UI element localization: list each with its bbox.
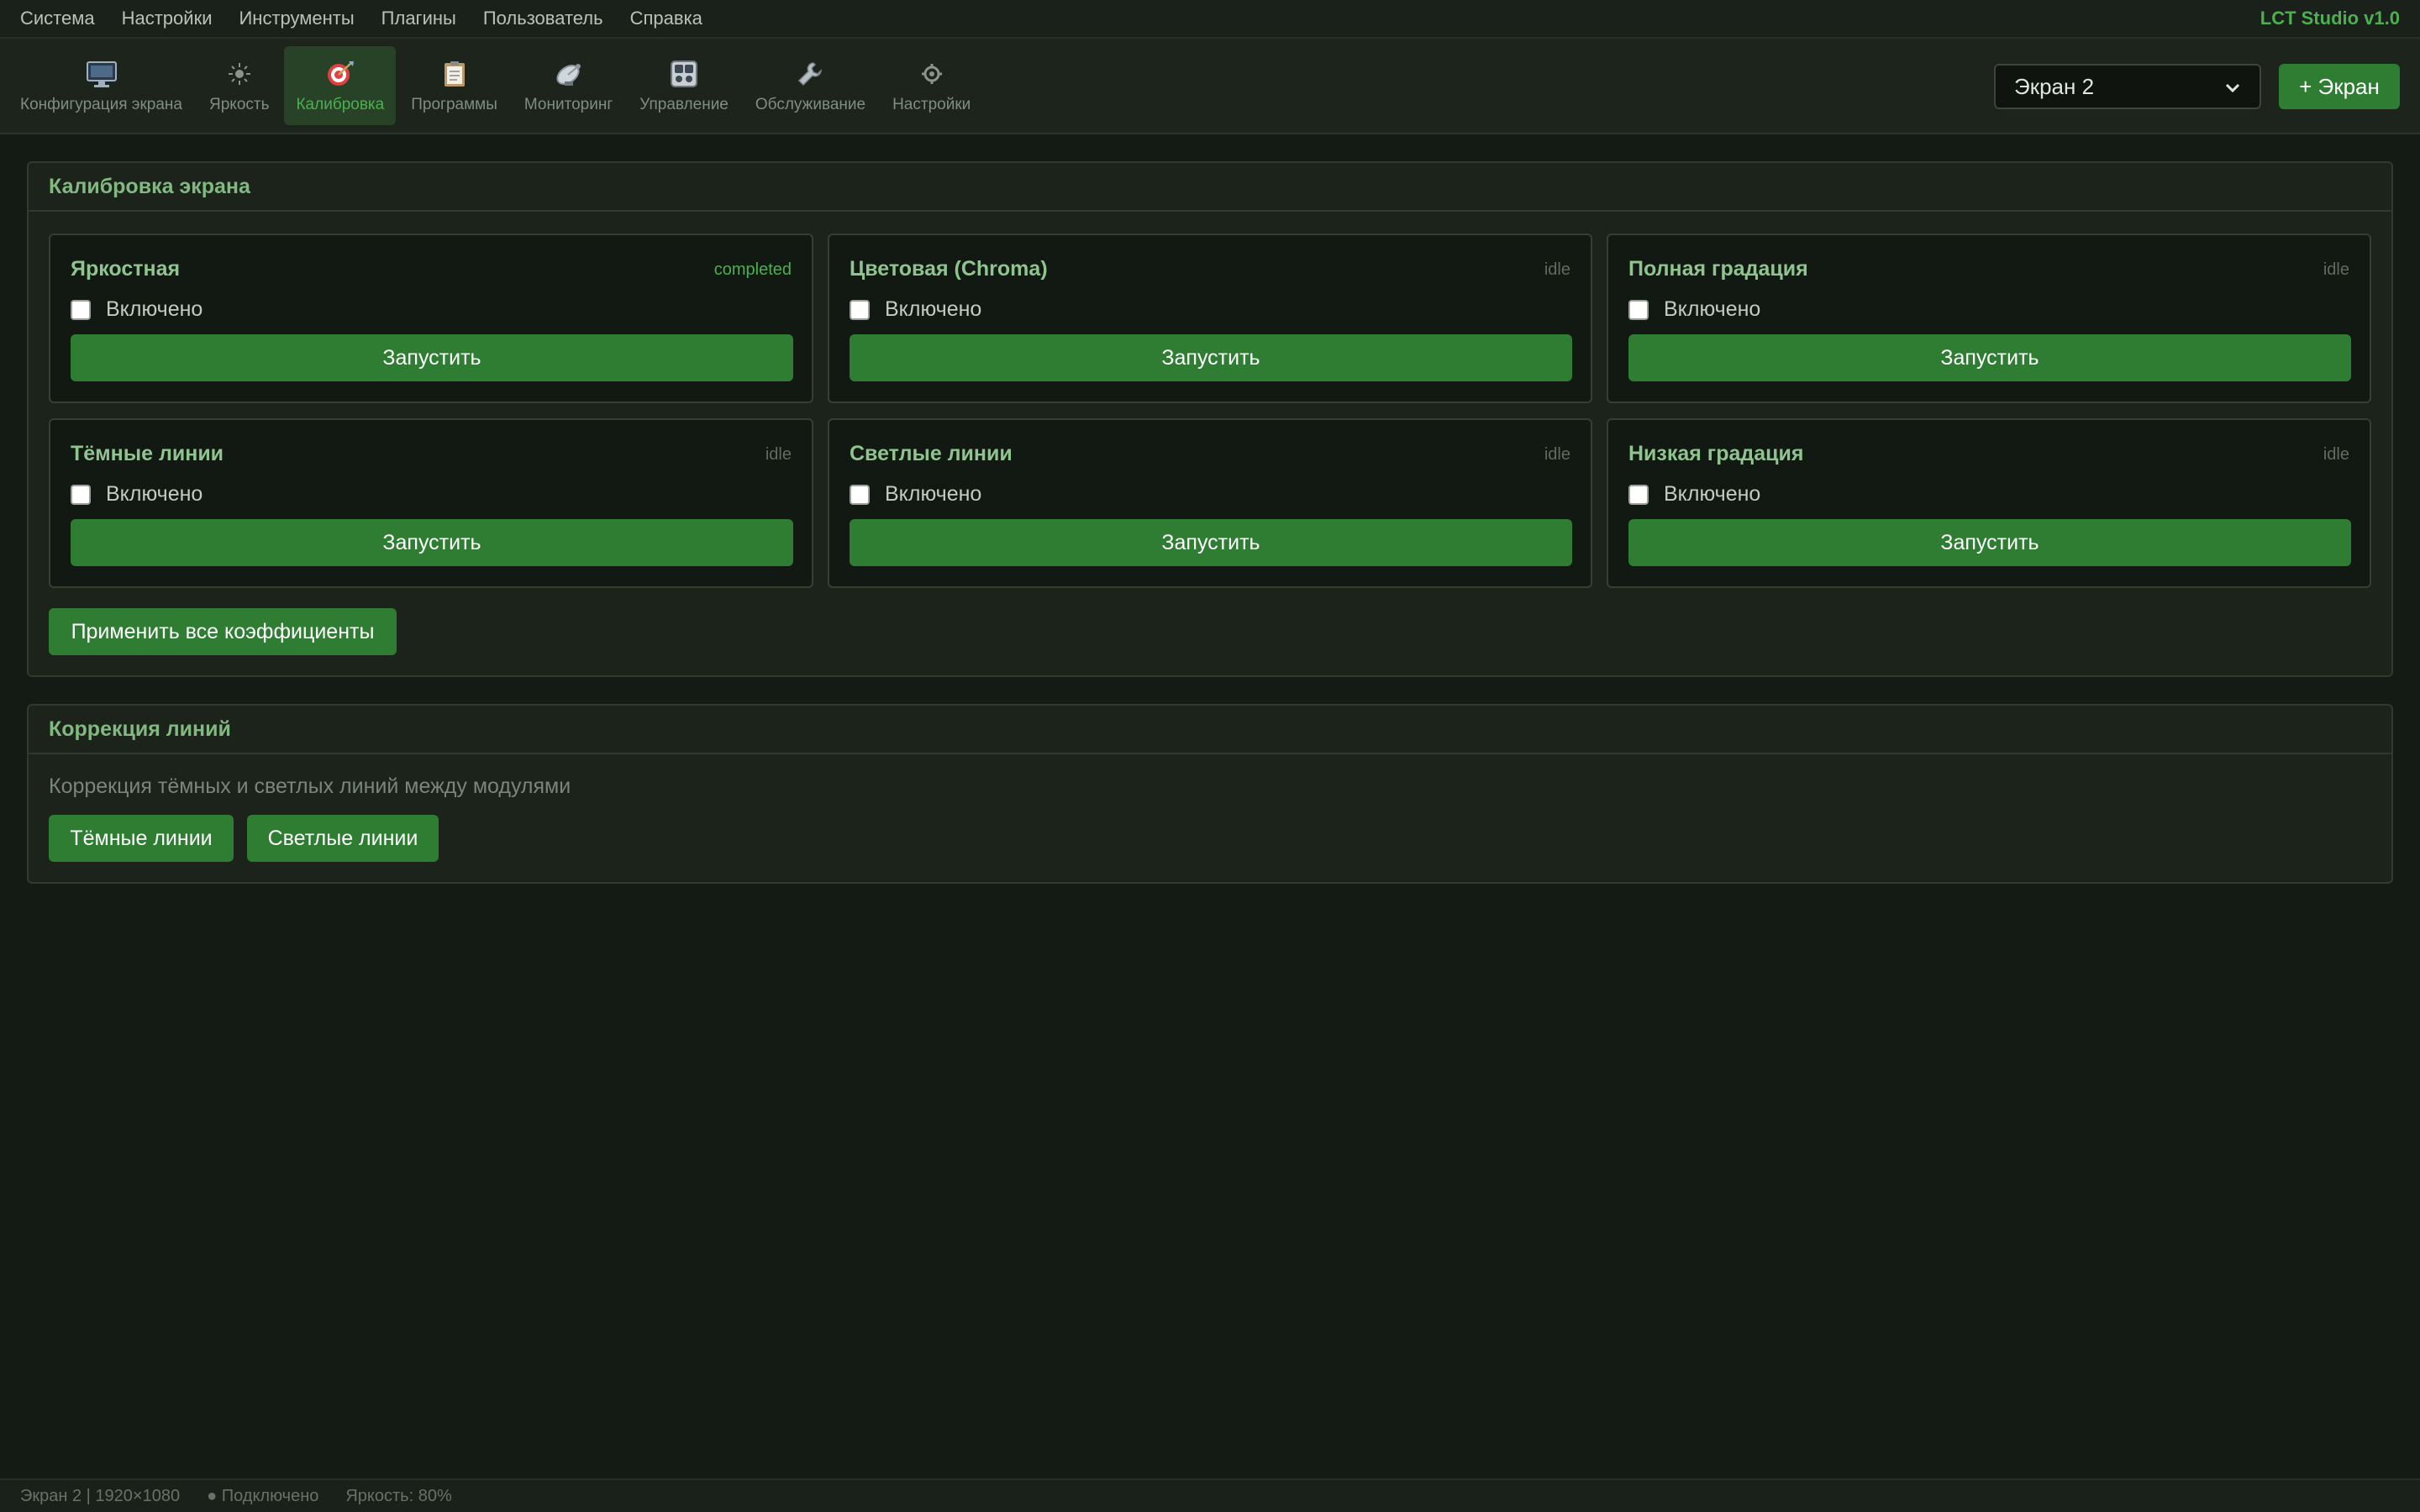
enabled-checkbox-row[interactable]: Включено [850, 297, 981, 322]
status-badge: idle [2323, 445, 2349, 464]
tab-label: Программы [411, 96, 497, 113]
clipboard-icon [438, 57, 471, 91]
run-button[interactable]: Запустить [71, 334, 793, 381]
calibration-card-light-lines: Светлые линии idle Включено Запустить [828, 418, 1592, 588]
tab-label: Конфигурация экрана [20, 96, 182, 113]
enabled-checkbox-label: Включено [1664, 482, 1761, 506]
monitor-icon [85, 57, 118, 91]
tab-calibration[interactable]: Калибровка [284, 46, 397, 125]
sun-icon [223, 57, 256, 91]
status-badge: completed [713, 260, 792, 279]
line-correction-panel: Коррекция линий Коррекция тёмных и светл… [27, 704, 2393, 884]
calibration-card-low-gradation: Низкая градация idle Включено Запустить [1607, 418, 2371, 588]
tab-label: Управление [639, 96, 729, 113]
tab-brightness[interactable]: Яркость [197, 46, 281, 125]
run-button[interactable]: Запустить [850, 334, 1572, 381]
calibration-card-dark-lines: Тёмные линии idle Включено Запустить [49, 418, 813, 588]
card-title: Низкая градация [1628, 442, 1804, 465]
enabled-checkbox-row[interactable]: Включено [850, 482, 981, 507]
enabled-checkbox[interactable] [71, 484, 91, 505]
line-correction-panel-title: Коррекция линий [29, 706, 2391, 754]
tab-label: Яркость [209, 96, 270, 113]
enabled-checkbox[interactable] [1628, 299, 1649, 320]
tab-control[interactable]: Управление [628, 46, 740, 125]
app-title: LCT Studio v1.0 [2260, 8, 2400, 29]
run-button[interactable]: Запустить [71, 519, 793, 566]
tab-screen-config[interactable]: Конфигурация экрана [8, 46, 194, 125]
run-button[interactable]: Запустить [1628, 519, 2351, 566]
calibration-card-chroma: Цветовая (Chroma) idle Включено Запустит… [828, 234, 1592, 403]
run-button[interactable]: Запустить [850, 519, 1572, 566]
status-badge: idle [1544, 445, 1570, 464]
enabled-checkbox-label: Включено [106, 482, 203, 506]
run-button[interactable]: Запустить [1628, 334, 2351, 381]
status-badge: idle [765, 445, 792, 464]
add-screen-button[interactable]: + Экран [2279, 64, 2400, 109]
enabled-checkbox-row[interactable]: Включено [1628, 482, 1760, 507]
satellite-icon [552, 57, 586, 91]
tab-monitoring[interactable]: Мониторинг [513, 46, 624, 125]
menu-bar: Система Настройки Инструменты Плагины По… [0, 0, 2420, 39]
enabled-checkbox-row[interactable]: Включено [1628, 297, 1760, 322]
enabled-checkbox[interactable] [1628, 484, 1649, 505]
calibration-card-brightness: Яркостная completed Включено Запустить [49, 234, 813, 403]
calibration-panel-title: Калибровка экрана [29, 163, 2391, 212]
menu-settings[interactable]: Настройки [122, 8, 213, 29]
control-panel-icon [667, 57, 701, 91]
status-connection: ● Подключено [207, 1486, 319, 1505]
enabled-checkbox-label: Включено [106, 297, 203, 321]
card-title: Тёмные линии [71, 442, 224, 465]
status-badge: idle [2323, 260, 2349, 279]
enabled-checkbox-row[interactable]: Включено [71, 297, 203, 322]
card-title: Светлые линии [850, 442, 1013, 465]
enabled-checkbox-label: Включено [1664, 297, 1761, 321]
tab-label: Настройки [892, 96, 971, 113]
card-title: Полная градация [1628, 257, 1808, 281]
tab-programs[interactable]: Программы [399, 46, 509, 125]
enabled-checkbox[interactable] [850, 484, 870, 505]
menu-system[interactable]: Система [20, 8, 95, 29]
light-lines-button[interactable]: Светлые линии [247, 815, 439, 862]
apply-all-coefficients-button[interactable]: Применить все коэффициенты [49, 608, 397, 655]
wrench-icon [793, 57, 827, 91]
enabled-checkbox-row[interactable]: Включено [71, 482, 203, 507]
status-brightness: Яркость: 80% [345, 1486, 452, 1505]
calibration-grid: Яркостная completed Включено Запустить Ц… [49, 234, 2371, 588]
screen-select[interactable]: Экран 2 [1994, 64, 2261, 109]
menu-user[interactable]: Пользователь [483, 8, 603, 29]
tab-maintenance[interactable]: Обслуживание [744, 46, 877, 125]
line-correction-description: Коррекция тёмных и светлых линий между м… [49, 774, 571, 798]
menu-plugins[interactable]: Плагины [381, 8, 456, 29]
menu-tools[interactable]: Инструменты [239, 8, 354, 29]
status-bar: Экран 2 | 1920×1080 ● Подключено Яркость… [0, 1478, 2420, 1512]
chevron-down-icon [2224, 74, 2241, 100]
calibration-panel: Калибровка экрана Яркостная completed Вк… [27, 161, 2393, 677]
tab-label: Обслуживание [755, 96, 866, 113]
status-badge: idle [1544, 260, 1570, 279]
main-toolbar: Конфигурация экрана Яркость Калибровка П… [0, 39, 2420, 134]
enabled-checkbox[interactable] [71, 299, 91, 320]
dark-lines-button[interactable]: Тёмные линии [49, 815, 234, 862]
tab-label: Мониторинг [523, 96, 613, 113]
tab-settings[interactable]: Настройки [881, 46, 982, 125]
enabled-checkbox-label: Включено [885, 297, 982, 321]
card-title: Яркостная [71, 257, 181, 281]
menu-help[interactable]: Справка [630, 8, 702, 29]
status-screen-info: Экран 2 | 1920×1080 [20, 1486, 181, 1505]
gear-icon [915, 57, 949, 91]
enabled-checkbox-label: Включено [885, 482, 982, 506]
calibration-card-full-gradation: Полная градация idle Включено Запустить [1607, 234, 2371, 403]
card-title: Цветовая (Chroma) [850, 257, 1048, 281]
screen-select-value: Экран 2 [2014, 73, 2095, 99]
tab-label: Калибровка [296, 96, 385, 113]
enabled-checkbox[interactable] [850, 299, 870, 320]
target-icon [324, 57, 357, 91]
